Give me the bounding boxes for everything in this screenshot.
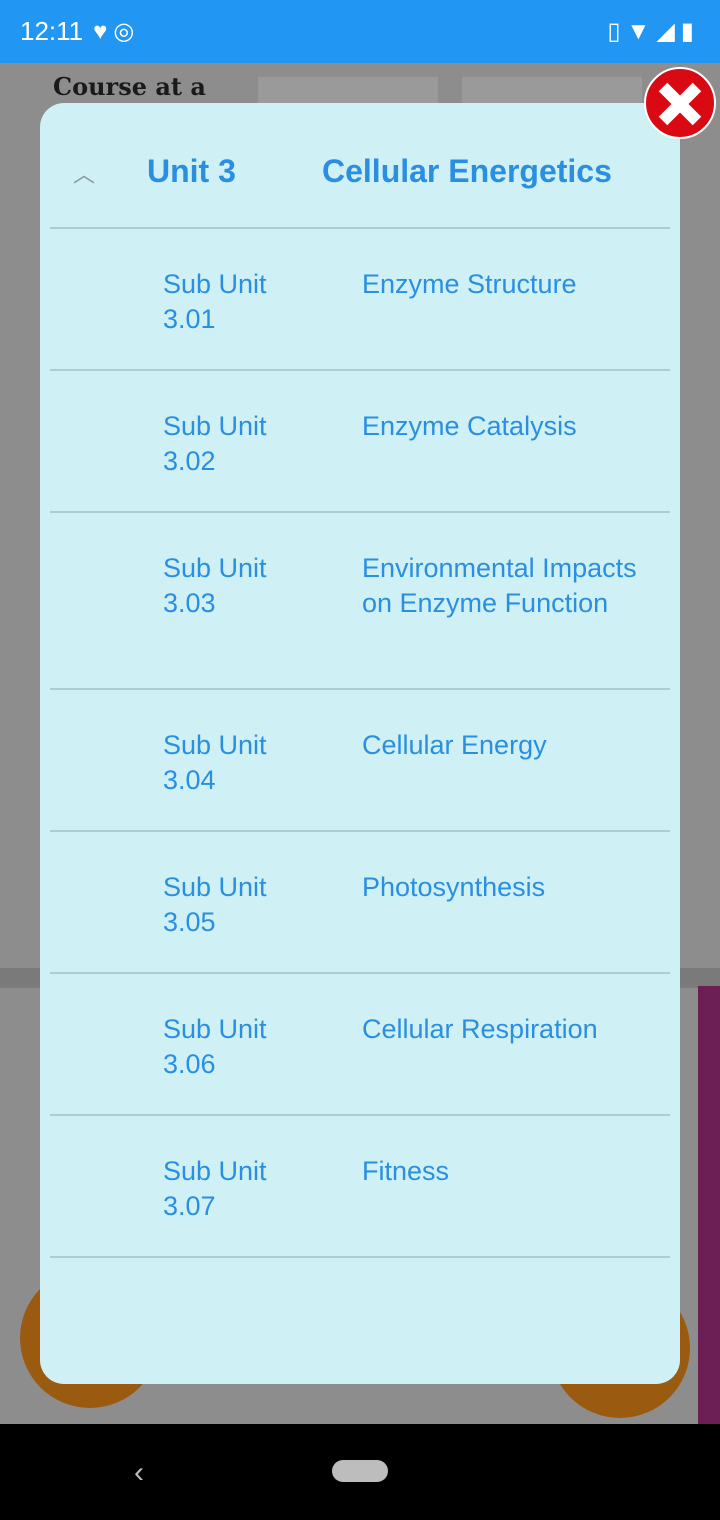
sub-unit-name: Enzyme Structure (362, 269, 577, 299)
status-bar: 12:11 ♥◎ ▯▼◢▮ (0, 0, 720, 63)
clock: 12:11 (20, 16, 84, 46)
unit-header[interactable]: ︿ Unit 3 Cellular Energetics (40, 103, 680, 227)
sub-unit-row[interactable]: Sub Unit 3.01 Enzyme Structure (50, 227, 670, 369)
sub-unit-row[interactable]: Sub Unit 3.07 Fitness (50, 1114, 670, 1256)
sub-unit-label: Sub Unit 3.05 (163, 872, 267, 937)
sub-unit-name: Fitness (362, 1156, 450, 1186)
sub-unit-label: Sub Unit 3.02 (163, 411, 267, 476)
sub-unit-label: Sub Unit 3.01 (163, 269, 267, 334)
sub-unit-label: Sub Unit 3.03 (163, 553, 267, 618)
sub-unit-row[interactable]: Sub Unit 3.06 Cellular Respiration (50, 972, 670, 1114)
unit-title: Cellular Energetics (322, 153, 612, 189)
sub-unit-name: Cellular Energy (362, 730, 547, 760)
sub-unit-name: Photosynthesis (362, 872, 546, 902)
sub-unit-row[interactable]: Sub Unit 3.05 Photosynthesis (50, 830, 670, 972)
battery-charging-icon: ▮ (680, 18, 700, 45)
sub-unit-row[interactable]: Sub Unit 3.02 Enzyme Catalysis (50, 369, 670, 511)
sub-unit-row[interactable]: Sub Unit 3.03 Environmental Impacts on En… (50, 511, 670, 688)
heart-icon: ♥ (93, 18, 114, 45)
unit-modal: ︿ Unit 3 Cellular Energetics Sub Unit 3.… (40, 103, 680, 1384)
home-button[interactable] (332, 1460, 388, 1482)
back-icon[interactable]: ‹ (134, 1456, 144, 1490)
sync-icon: ◎ (113, 18, 141, 45)
sub-unit-name: Environmental Impacts on Enzyme Function (362, 553, 637, 618)
chevron-up-icon[interactable]: ︿ (73, 157, 95, 187)
sub-unit-label: Sub Unit 3.07 (163, 1156, 267, 1221)
divider (50, 1256, 670, 1258)
sub-unit-row[interactable]: Sub Unit 3.04 Cellular Energy (50, 688, 670, 830)
wifi-icon: ▼ (626, 18, 657, 45)
sub-unit-label: Sub Unit 3.04 (163, 730, 267, 795)
close-button[interactable] (644, 67, 716, 139)
sub-unit-name: Cellular Respiration (362, 1014, 598, 1044)
signal-icon: ◢ (656, 18, 681, 45)
sub-unit-name: Enzyme Catalysis (362, 411, 577, 441)
sub-unit-label: Sub Unit 3.06 (163, 1014, 267, 1079)
unit-label: Unit 3 (147, 153, 236, 189)
vibrate-icon: ▯ (607, 18, 627, 45)
